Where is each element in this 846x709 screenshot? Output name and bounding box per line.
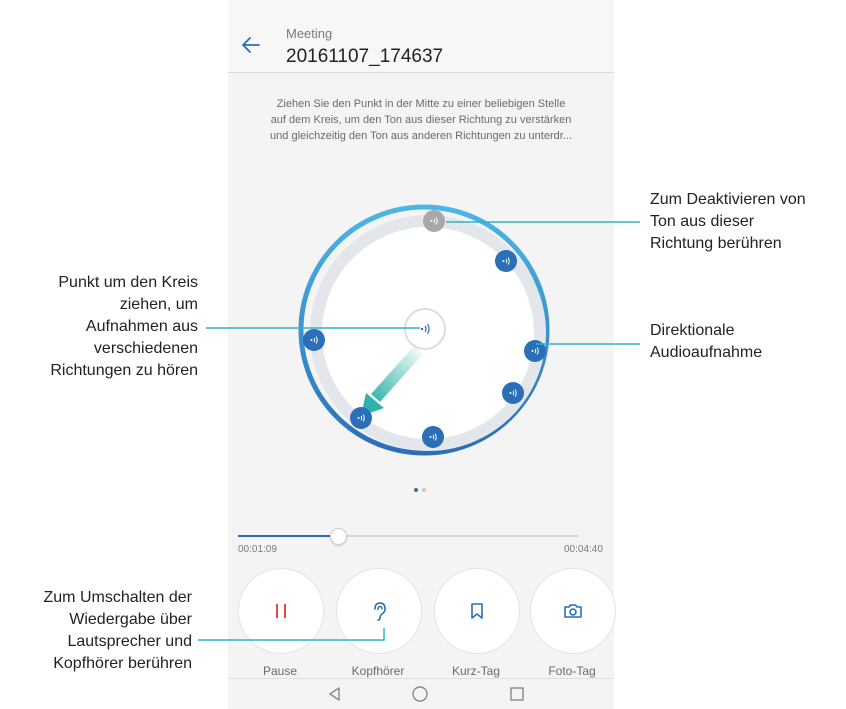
direction-marker-top-muted[interactable] — [423, 210, 445, 232]
callout-line-text: Punkt um den Kreis — [58, 274, 198, 291]
pause-icon — [276, 604, 286, 618]
callout-deactivate: Zum Deaktivieren von Ton aus dieser Rich… — [650, 189, 806, 255]
headphone-label: Kopfhörer — [351, 664, 405, 678]
direction-marker-left[interactable] — [303, 329, 325, 351]
photo-tag-label: Foto-Tag — [548, 664, 596, 678]
recording-title: 20161107_174637 — [286, 46, 444, 67]
instruction-line: Ziehen Sie den Punkt in der Mitte zu ein… — [276, 98, 566, 110]
callout-line-text: Ton aus dieser — [650, 213, 755, 230]
pause-label: Pause — [262, 664, 298, 678]
callout-line-text: Richtungen zu hören — [50, 362, 198, 379]
callout-line-text: Lautsprecher und — [67, 633, 192, 650]
back-button[interactable] — [236, 30, 266, 60]
callout-drag: Punkt um den Kreis ziehen, um Aufnahmen … — [0, 272, 198, 382]
recents-square-icon[interactable] — [508, 685, 526, 703]
app-header: Meeting 20161107_174637 — [228, 0, 614, 73]
total-time: 00:04:40 — [564, 544, 603, 555]
ear-icon — [374, 602, 386, 621]
playback-progress-slider[interactable] — [238, 526, 578, 546]
back-triangle-icon[interactable] — [326, 685, 344, 703]
system-nav-bar — [228, 678, 614, 709]
direction-marker-upper-right[interactable] — [495, 250, 517, 272]
elapsed-time: 00:01:09 — [238, 544, 277, 555]
instruction-line: und gleichzeitig den Ton aus anderen Ric… — [270, 130, 572, 142]
page-dot-inactive[interactable] — [422, 488, 426, 492]
callout-switch: Zum Umschalten der Wiedergabe über Lauts… — [0, 587, 193, 675]
direction-marker-right[interactable] — [524, 340, 546, 362]
instruction-text: Ziehen Sie den Punkt in der Mitte zu ein… — [228, 96, 614, 144]
phone-screen: Meeting 20161107_174637 Ziehen Sie den P… — [228, 0, 616, 709]
callout-line-text: Wiedergabe über — [69, 611, 192, 628]
callout-line-text: Zum Umschalten der — [43, 589, 193, 606]
callout-line-text: Richtung berühren — [650, 235, 782, 252]
direction-marker-lower-left-selected[interactable] — [350, 407, 372, 429]
instruction-line: auf dem Kreis, um den Ton aus dieser Ric… — [270, 114, 572, 126]
page-indicator — [414, 479, 430, 497]
callout-line-text: Direktionale — [650, 322, 735, 339]
camera-icon — [564, 604, 582, 618]
callout-line-text: Aufnahmen aus — [85, 318, 198, 335]
progress-fill — [238, 535, 337, 537]
direction-marker-lower-right[interactable] — [502, 382, 524, 404]
center-drag-handle[interactable] — [404, 308, 446, 350]
direction-dial[interactable] — [228, 190, 614, 480]
progress-thumb[interactable] — [330, 528, 347, 545]
back-arrow-icon — [242, 37, 260, 53]
headphone-toggle-button[interactable] — [336, 568, 422, 654]
callout-directional: Direktionale Audioaufnahme — [650, 320, 762, 364]
short-tag-label: Kurz-Tag — [451, 664, 501, 678]
bookmark-icon — [471, 603, 483, 619]
callout-line-text: ziehen, um — [119, 296, 198, 313]
pause-button[interactable] — [238, 568, 324, 654]
callout-line-text: Kopfhörer berühren — [53, 655, 192, 672]
home-circle-icon[interactable] — [411, 685, 429, 703]
callout-line-text: Zum Deaktivieren von — [650, 191, 806, 208]
callout-line-text: Audioaufnahme — [650, 344, 763, 361]
short-tag-button[interactable] — [434, 568, 520, 654]
callout-line-text: verschiedenen — [93, 340, 198, 357]
recording-category: Meeting — [286, 26, 333, 41]
direction-marker-bottom[interactable] — [422, 426, 444, 448]
page-dot-active — [414, 488, 418, 492]
photo-tag-button[interactable] — [530, 568, 616, 654]
